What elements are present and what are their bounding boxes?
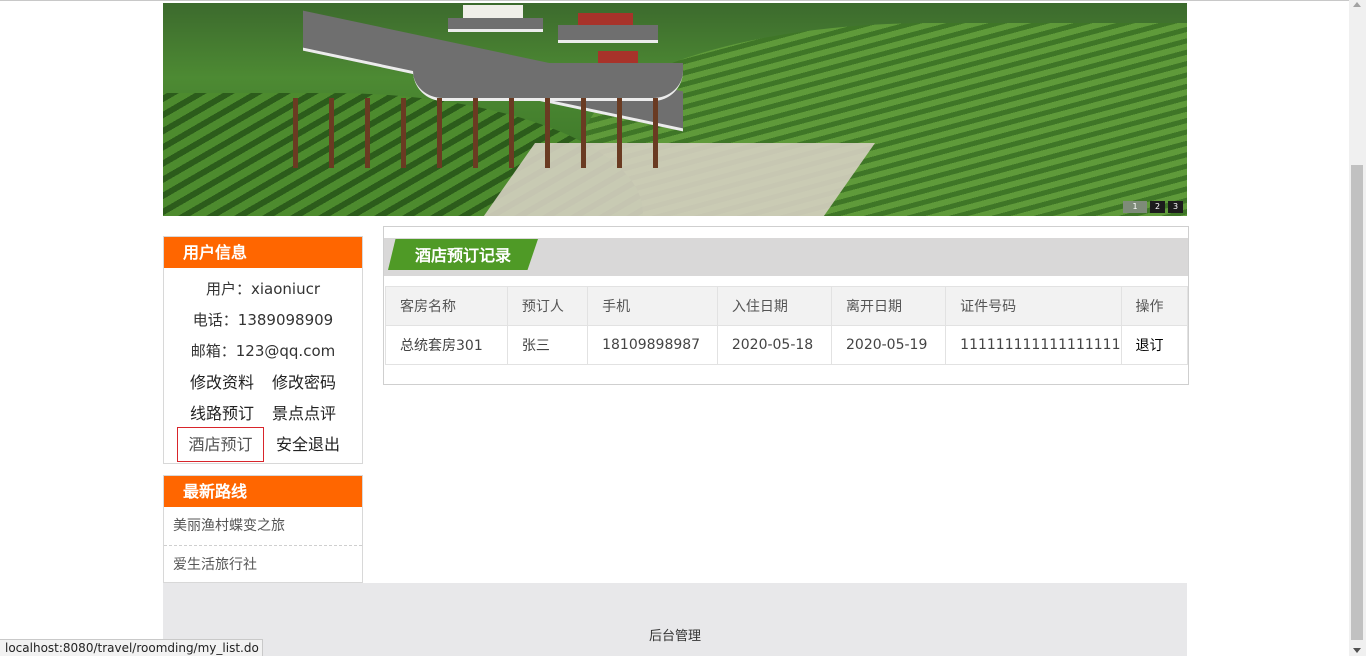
- change-password-link[interactable]: 修改密码: [263, 367, 345, 398]
- cancel-booking-link[interactable]: 退订: [1120, 325, 1188, 365]
- hotel-records-panel: 酒店预订记录 客房名称 预订人 手机 入住日期 离开日期 证件号码 操作 总统套…: [383, 226, 1189, 385]
- slide-dot-1[interactable]: 1: [1123, 201, 1147, 213]
- attraction-review-link[interactable]: 景点点评: [263, 398, 345, 429]
- col-checkout: 离开日期: [830, 286, 947, 326]
- vertical-scrollbar[interactable]: [1349, 0, 1366, 656]
- col-checkin: 入住日期: [716, 286, 833, 326]
- hotel-booking-link[interactable]: 酒店预订: [177, 427, 264, 462]
- banner-carousel[interactable]: 1 2 3: [163, 3, 1187, 216]
- logout-link[interactable]: 安全退出: [267, 429, 349, 460]
- latest-routes-title: 最新路线: [164, 476, 362, 507]
- records-header: 酒店预订记录: [384, 238, 1188, 276]
- slide-dot-2[interactable]: 2: [1150, 201, 1165, 213]
- edit-profile-link[interactable]: 修改资料: [181, 367, 263, 398]
- route-item[interactable]: 美丽渔村蝶变之旅: [164, 507, 362, 546]
- user-links-row-1: 修改资料 修改密码: [164, 367, 362, 398]
- scrollbar-thumb[interactable]: [1351, 165, 1363, 640]
- user-links-row-2: 线路预订 景点点评: [164, 398, 362, 429]
- user-info-title: 用户信息: [164, 237, 362, 268]
- cell-checkout: 2020-05-19: [830, 325, 947, 365]
- slide-indicators: 1 2 3: [1123, 201, 1183, 213]
- cell-booker: 张三: [506, 325, 589, 365]
- user-info-panel: 用户信息 用户：xiaoniucr 电话：1389098909 邮箱：123@q…: [163, 236, 363, 464]
- scroll-down-arrow-icon[interactable]: [1353, 648, 1361, 653]
- table-header-row: 客房名称 预订人 手机 入住日期 离开日期 证件号码 操作: [385, 286, 1188, 326]
- admin-link[interactable]: 后台管理: [163, 625, 1187, 644]
- footer: 后台管理: [163, 583, 1187, 656]
- col-id-number: 证件号码: [945, 286, 1122, 326]
- cell-checkin: 2020-05-18: [716, 325, 833, 365]
- col-booker: 预订人: [506, 286, 589, 326]
- col-phone: 手机: [587, 286, 718, 326]
- cell-id-number: 111111111111111111: [945, 325, 1122, 365]
- user-links-row-3: 酒店预订 安全退出: [164, 427, 362, 462]
- user-email: 邮箱：123@qq.com: [190, 342, 336, 360]
- cell-phone: 18109898987: [587, 325, 718, 365]
- records-table: 客房名称 预订人 手机 入住日期 离开日期 证件号码 操作 总统套房301 张三…: [385, 286, 1188, 365]
- slide-dot-3[interactable]: 3: [1168, 201, 1183, 213]
- latest-routes-panel: 最新路线 美丽渔村蝶变之旅 爱生活旅行社: [163, 475, 363, 585]
- records-title: 酒店预订记录: [388, 239, 538, 270]
- col-action: 操作: [1120, 286, 1188, 326]
- col-room-name: 客房名称: [385, 286, 508, 326]
- user-phone: 电话：1389098909: [192, 311, 334, 329]
- status-bar-url: localhost:8080/travel/roomding/my_list.d…: [0, 639, 263, 656]
- wind-rain-bridge-image: [263, 3, 703, 183]
- user-name: 用户：xiaoniucr: [205, 280, 320, 298]
- route-booking-link[interactable]: 线路预订: [181, 398, 263, 429]
- cell-room-name: 总统套房301: [385, 325, 508, 365]
- route-item[interactable]: 爱生活旅行社: [164, 546, 362, 585]
- table-row: 总统套房301 张三 18109898987 2020-05-18 2020-0…: [385, 325, 1188, 365]
- scroll-up-arrow-icon[interactable]: [1353, 2, 1361, 7]
